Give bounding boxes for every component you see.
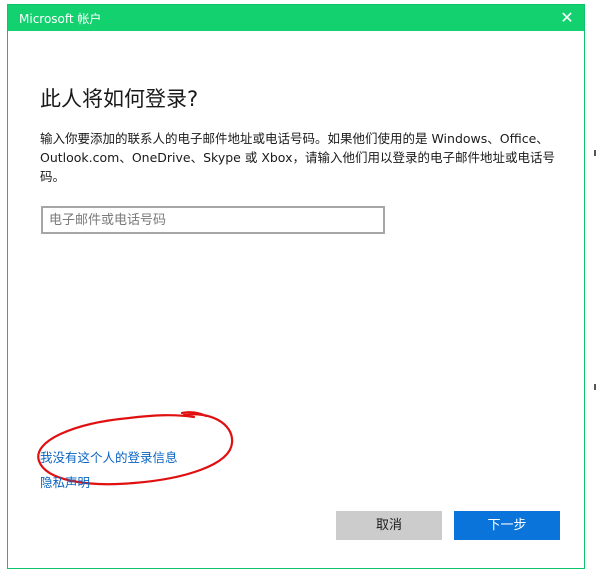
next-button[interactable]: 下一步 [454, 511, 560, 540]
email-or-phone-input[interactable] [41, 206, 385, 234]
title-bar: Microsoft 帐户 ✕ [8, 5, 584, 31]
background-edge-mark [594, 150, 596, 156]
close-icon[interactable]: ✕ [556, 7, 578, 29]
cancel-button[interactable]: 取消 [336, 511, 442, 540]
instructions-text: 输入你要添加的联系人的电子邮件地址或电话号码。如果他们使用的是 Windows、… [40, 131, 555, 184]
background-edge-mark [594, 384, 596, 390]
window-title: Microsoft 帐户 [19, 12, 102, 26]
privacy-statement-link[interactable]: 隐私声明 [40, 472, 90, 491]
microsoft-account-dialog: Microsoft 帐户 ✕ 此人将如何登录? 输入你要添加的联系人的电子邮件地… [7, 4, 585, 569]
screenshot-page: Microsoft 帐户 ✕ 此人将如何登录? 输入你要添加的联系人的电子邮件地… [0, 0, 598, 575]
no-signin-info-link[interactable]: 我没有这个人的登录信息 [40, 447, 178, 466]
page-title: 此人将如何登录? [40, 87, 199, 111]
